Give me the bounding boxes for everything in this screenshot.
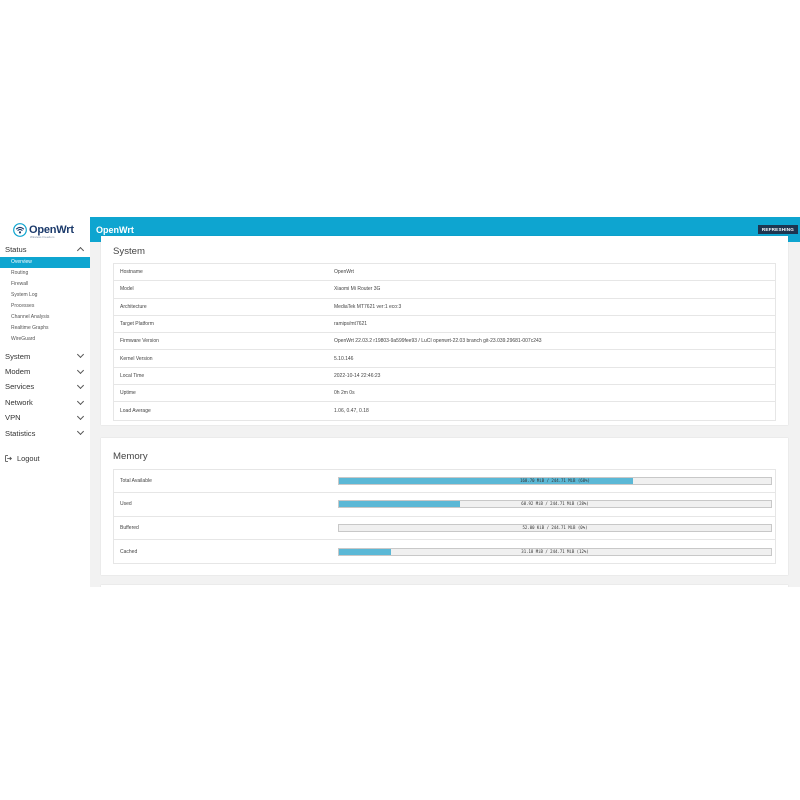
row-key: Total Available <box>120 478 152 485</box>
table-row: Hostname OpenWrt <box>114 264 775 282</box>
menu-group-statistics[interactable]: Statistics <box>0 425 90 440</box>
row-key: Load Average <box>120 408 151 415</box>
menu-group-vpn[interactable]: VPN <box>0 410 90 425</box>
menu-group-label: System <box>5 351 31 361</box>
submenu-item-processes[interactable]: Processes <box>0 301 90 312</box>
table-row: Cached 31.18 MiB / 244.71 MiB (12%) <box>114 540 775 563</box>
submenu-item-overview[interactable]: Overview <box>0 257 90 269</box>
menu-group-status[interactable]: Status <box>0 242 90 257</box>
row-value: 1.06, 0.47, 0.18 <box>334 408 369 415</box>
system-info-table: Hostname OpenWrt Model Xiaomi Mi Router … <box>113 263 776 421</box>
row-value: ramips/mt7621 <box>334 321 368 328</box>
progress-label: 68.92 MiB / 244.71 MiB (28%) <box>521 501 589 507</box>
row-key: Local Time <box>120 372 145 379</box>
logout-label: Logout <box>17 454 40 463</box>
table-row: Load Average 1.06, 0.47, 0.18 <box>114 402 775 419</box>
menu-group-modem[interactable]: Modem <box>0 364 90 379</box>
table-row: Uptime 0h 2m 0s <box>114 385 775 403</box>
submenu-item-routing[interactable]: Routing <box>0 268 90 279</box>
memory-panel: Memory Total Available 168.70 MiB / 244.… <box>101 438 788 575</box>
table-row: Used 68.92 MiB / 244.71 MiB (28%) <box>114 493 775 517</box>
brand-tagline: Wireless Freedom <box>30 235 55 239</box>
row-value: OpenWrt <box>334 269 354 276</box>
menu-group-label: Statistics <box>5 428 36 438</box>
submenu-item-realtime-graphs[interactable]: Realtime Graphs <box>0 323 90 334</box>
row-value: 5.10.146 <box>334 355 354 362</box>
chevron-down-icon <box>76 428 85 436</box>
row-key: Hostname <box>120 269 143 276</box>
wifi-logo-icon <box>13 222 27 237</box>
menu-group-label: Services <box>5 382 35 392</box>
progress-label: 52.00 KiB / 244.71 MiB (0%) <box>522 524 588 530</box>
main-content: System Hostname OpenWrt Model Xiaomi Mi … <box>90 236 800 587</box>
row-value: Xiaomi Mi Router 3G <box>334 286 381 293</box>
table-row: Architecture MediaTek MT7621 ver:1 eco:3 <box>114 299 775 316</box>
submenu-item-system-log[interactable]: System Log <box>0 290 90 301</box>
submenu-item-channel-analysis[interactable]: Channel Analysis <box>0 312 90 323</box>
memory-progress-bar: 68.92 MiB / 244.71 MiB (28%) <box>338 500 772 509</box>
row-value: MediaTek MT7621 ver:1 eco:3 <box>334 303 402 310</box>
menu-group-label: Network <box>5 397 33 407</box>
table-row: Target Platform ramips/mt7621 <box>114 316 775 334</box>
row-key: Architecture <box>120 303 147 310</box>
table-row: Buffered 52.00 KiB / 244.71 MiB (0%) <box>114 517 775 540</box>
submenu-item-firewall[interactable]: Firewall <box>0 279 90 290</box>
progress-label: 31.18 MiB / 244.71 MiB (12%) <box>521 548 589 554</box>
menu-group-system[interactable]: System <box>0 348 90 363</box>
chevron-down-icon <box>76 412 85 420</box>
logout-link[interactable]: Logout <box>5 454 40 463</box>
memory-progress-bar: 168.70 MiB / 244.71 MiB (68%) <box>338 477 772 486</box>
chevron-down-icon <box>76 382 85 390</box>
row-key: Target Platform <box>120 321 154 328</box>
table-row: Kernel Version 5.10.146 <box>114 350 775 368</box>
memory-table: Total Available 168.70 MiB / 244.71 MiB … <box>113 469 776 565</box>
table-row: Model Xiaomi Mi Router 3G <box>114 281 775 299</box>
row-value: OpenWrt 22.03.2 r19803-9a599fee93 / LuCI… <box>334 338 542 345</box>
submenu-item-wireguard[interactable]: WireGuard <box>0 334 90 345</box>
luci-screen: OpenWrt Wireless Freedom OpenWrt REFRESH… <box>0 217 800 587</box>
memory-progress-bar: 31.18 MiB / 244.71 MiB (12%) <box>338 547 772 556</box>
refreshing-indicator[interactable]: REFRESHING <box>757 225 798 234</box>
sidebar: Status Overview Routing Firewall System … <box>0 242 90 587</box>
table-row: Local Time 2022-10-14 22:46:23 <box>114 368 775 386</box>
menu-group-label: Status <box>5 245 27 255</box>
menu-group-label: Modem <box>5 366 31 376</box>
row-value: 2022-10-14 22:46:23 <box>334 372 381 379</box>
row-key: Firmware Version <box>120 338 159 345</box>
panel-title: System <box>113 246 145 257</box>
row-value: 0h 2m 0s <box>334 390 355 397</box>
progress-label: 168.70 MiB / 244.71 MiB (68%) <box>520 478 590 484</box>
table-row: Total Available 168.70 MiB / 244.71 MiB … <box>114 470 775 494</box>
logout-icon <box>5 455 12 462</box>
header-hostname[interactable]: OpenWrt <box>96 225 134 235</box>
chevron-down-icon <box>76 351 85 359</box>
brand-name: OpenWrt <box>29 223 74 236</box>
system-panel: System Hostname OpenWrt Model Xiaomi Mi … <box>101 236 788 425</box>
next-panel <box>101 585 788 587</box>
row-key: Cached <box>120 548 138 555</box>
chevron-down-icon <box>76 397 85 405</box>
row-key: Buffered <box>120 524 139 531</box>
menu-group-label: VPN <box>5 413 21 423</box>
menu-group-network[interactable]: Network <box>0 395 90 410</box>
row-key: Kernel Version <box>120 355 153 362</box>
chevron-up-icon <box>76 246 85 255</box>
chevron-down-icon <box>76 366 85 374</box>
panel-title: Memory <box>113 451 148 462</box>
table-row: Firmware Version OpenWrt 22.03.2 r19803-… <box>114 333 775 351</box>
row-key: Model <box>120 286 134 293</box>
row-key: Used <box>120 501 132 508</box>
brand-logo[interactable]: OpenWrt Wireless Freedom <box>0 217 90 242</box>
row-key: Uptime <box>120 390 136 397</box>
memory-progress-bar: 52.00 KiB / 244.71 MiB (0%) <box>338 523 772 532</box>
menu-group-services[interactable]: Services <box>0 379 90 394</box>
